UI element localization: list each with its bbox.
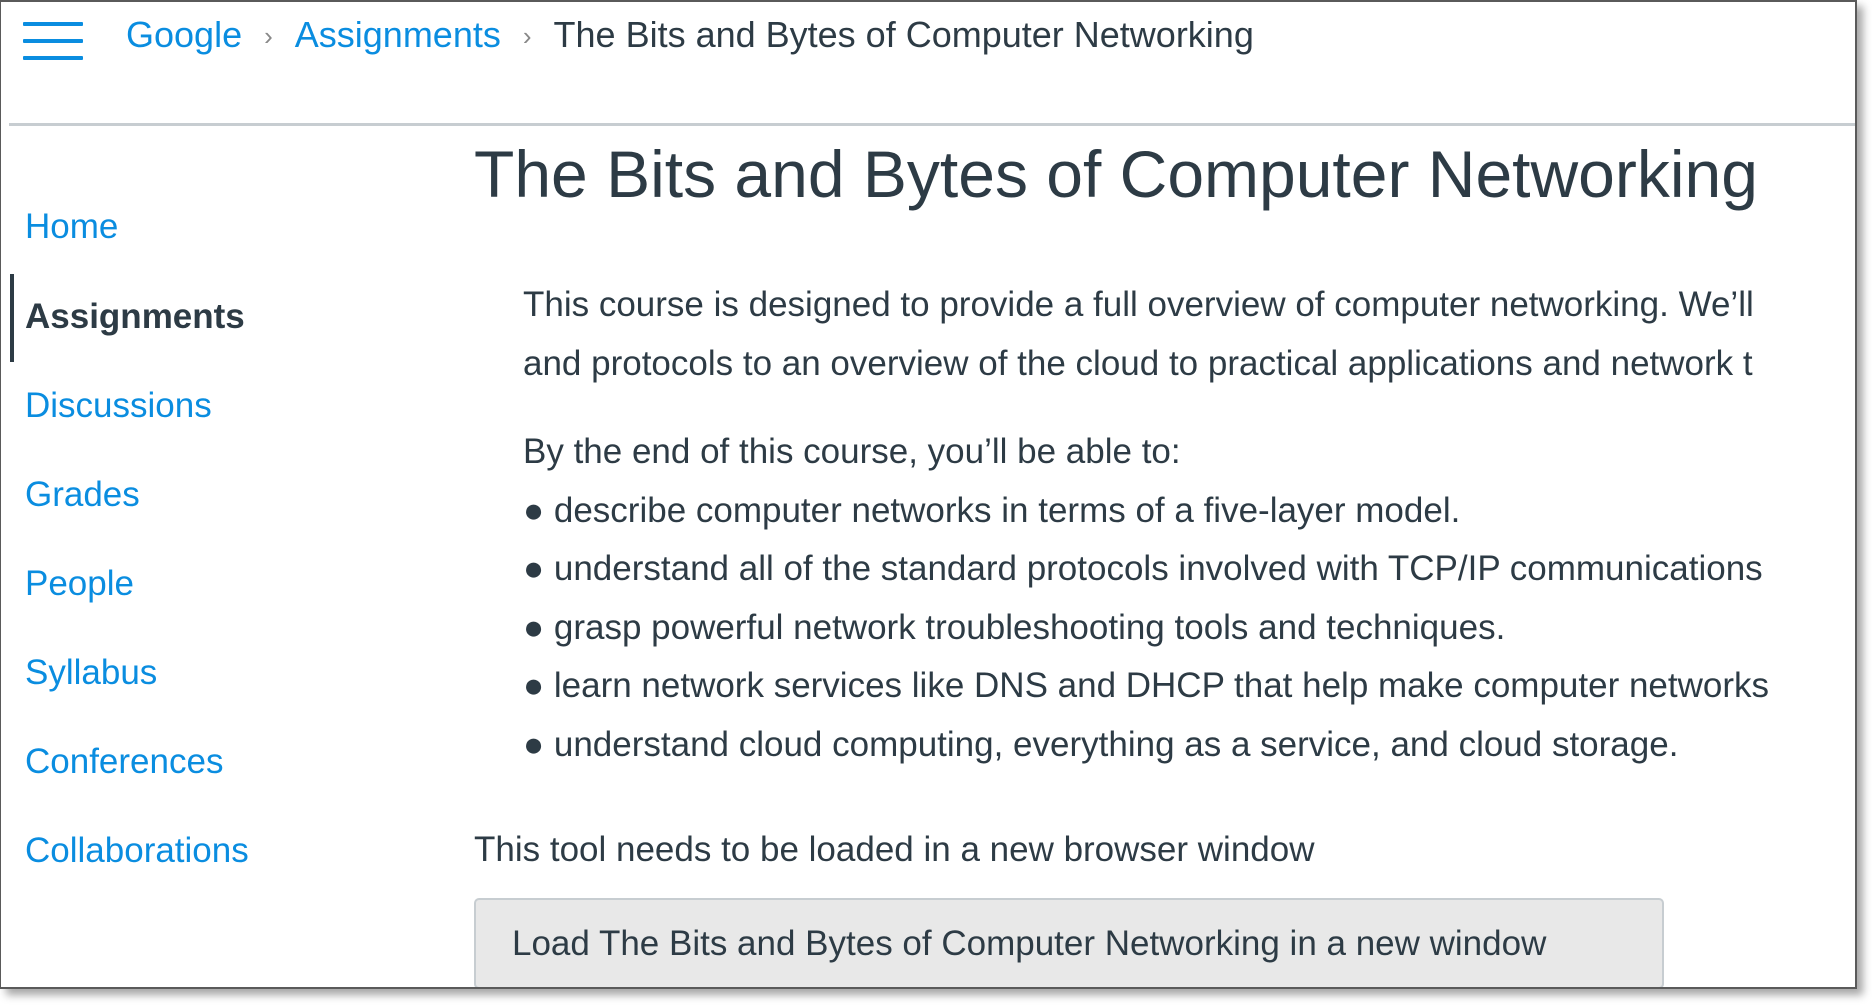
hamburger-line xyxy=(23,22,83,26)
outcome-item: ● grasp powerful network troubleshooting… xyxy=(523,607,1506,647)
sidebar-item-people[interactable]: People xyxy=(25,562,134,606)
course-nav: Home Assignments Discussions Grades Peop… xyxy=(1,126,441,987)
hamburger-menu-icon[interactable] xyxy=(23,20,83,62)
outcome-item: ● understand all of the standard protoco… xyxy=(523,549,1763,588)
main-content: The Bits and Bytes of Computer Networkin… xyxy=(474,126,1855,987)
course-description: This course is designed to provide a ful… xyxy=(523,276,1769,774)
breadcrumb: Google › Assignments › The Bits and Byte… xyxy=(126,14,1254,56)
sidebar-item-assignments[interactable]: Assignments xyxy=(25,295,245,339)
outcome-item: ● understand cloud computing, everything… xyxy=(523,724,1679,764)
outcome-item: ● describe computer networks in terms of… xyxy=(523,490,1461,530)
browser-window: Google › Assignments › The Bits and Byte… xyxy=(0,0,1857,989)
breadcrumb-current: The Bits and Bytes of Computer Networkin… xyxy=(553,14,1254,55)
sidebar-item-home[interactable]: Home xyxy=(25,205,118,249)
intro-line: and protocols to an overview of the clou… xyxy=(523,343,1753,383)
page-title: The Bits and Bytes of Computer Networkin… xyxy=(474,137,1758,211)
hamburger-line xyxy=(23,39,83,43)
sidebar-item-discussions[interactable]: Discussions xyxy=(25,384,212,428)
sidebar-item-syllabus[interactable]: Syllabus xyxy=(25,651,157,695)
hamburger-line xyxy=(23,56,83,60)
sidebar-item-conferences[interactable]: Conferences xyxy=(25,740,223,784)
outcomes-heading: By the end of this course, you’ll be abl… xyxy=(523,432,1181,471)
active-indicator xyxy=(10,274,14,362)
tool-note: This tool needs to be loaded in a new br… xyxy=(474,830,1315,869)
breadcrumb-google[interactable]: Google xyxy=(126,14,242,56)
sidebar-item-grades[interactable]: Grades xyxy=(25,473,140,517)
outcome-item: ● learn network services like DNS and DH… xyxy=(523,666,1770,705)
sidebar-item-collaborations[interactable]: Collaborations xyxy=(25,829,249,873)
chevron-right-icon: › xyxy=(522,21,532,51)
chevron-right-icon: › xyxy=(264,21,273,51)
top-header: Google › Assignments › The Bits and Byte… xyxy=(1,2,1855,124)
breadcrumb-assignments[interactable]: Assignments xyxy=(295,14,501,56)
load-in-new-window-button[interactable]: Load The Bits and Bytes of Computer Netw… xyxy=(474,898,1664,987)
intro-line: This course is designed to provide a ful… xyxy=(523,285,1754,324)
